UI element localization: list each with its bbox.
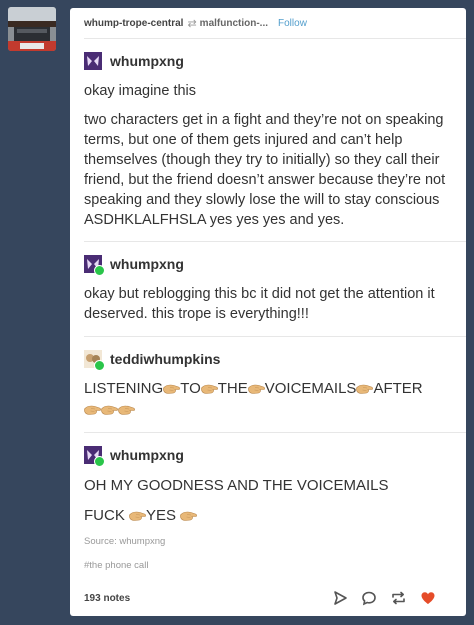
reblog-entry: whumpxng OH MY GOODNESS AND THE VOICEMAI… [70, 443, 466, 526]
pointing-hand-icon [118, 404, 135, 416]
username[interactable]: whumpxng [110, 447, 184, 463]
post-text: okay imagine this [84, 83, 197, 99]
reblog-icon[interactable] [390, 590, 407, 606]
blog-name[interactable]: whump-trope-central [84, 18, 183, 29]
user-avatar[interactable] [84, 446, 105, 467]
username[interactable]: whumpxng [110, 53, 184, 69]
reply-icon[interactable] [361, 590, 377, 606]
reblogged-from[interactable]: malfunction-... [200, 18, 268, 29]
word: FUCK [84, 507, 125, 524]
post-text: OH MY GOODNESS AND THE VOICEMAILS [84, 477, 389, 494]
pointing-hand-icon [163, 383, 180, 395]
divider [84, 241, 466, 242]
heart-icon[interactable] [420, 590, 436, 606]
username[interactable]: teddiwhumpkins [110, 351, 220, 367]
word: YES [146, 507, 177, 524]
blog-avatar[interactable] [8, 7, 56, 51]
reblog-entry: teddiwhumpkins LISTENING TO THE VOICEMAILS A… [70, 347, 466, 420]
follow-badge-icon [94, 265, 105, 276]
reblog-small-icon: ⇄ [187, 17, 197, 30]
user-avatar[interactable] [84, 255, 105, 276]
divider [84, 432, 466, 433]
word: VOICEMAILS [264, 380, 357, 397]
post-text: two characters get in a fight and they’r… [84, 112, 446, 228]
avatar-image [8, 7, 56, 51]
avatar-image [84, 52, 102, 70]
tag-link[interactable]: #the phone call [84, 560, 452, 571]
send-icon[interactable] [332, 590, 348, 606]
pointing-hand-icon [180, 510, 197, 522]
follow-button[interactable]: Follow [278, 18, 307, 29]
post-text: LISTENING TO THE VOICEMAILS AFTER [84, 378, 452, 420]
word: AFTER [373, 380, 423, 397]
post-card: whump-trope-central ⇄ malfunction-... Fo… [70, 8, 466, 616]
pointing-hand-icon [129, 510, 146, 522]
divider [84, 38, 466, 39]
notes-count[interactable]: 193 notes [84, 593, 130, 604]
reblog-entry: whumpxng okay imagine this two character… [70, 49, 466, 230]
post-header: whump-trope-central ⇄ malfunction-... Fo… [70, 8, 466, 38]
pointing-hand-icon [84, 404, 101, 416]
divider [84, 336, 466, 337]
pointing-hand-icon [248, 383, 265, 395]
follow-badge-icon [94, 360, 105, 371]
post-text: okay but reblogging this bc it did not g… [84, 286, 435, 322]
pointing-hand-icon [101, 404, 118, 416]
user-avatar[interactable] [84, 350, 105, 371]
pointing-hand-icon [356, 383, 373, 395]
follow-badge-icon [94, 456, 105, 467]
word: TO [180, 380, 201, 397]
username[interactable]: whumpxng [110, 256, 184, 272]
user-avatar[interactable] [84, 52, 102, 70]
pointing-hand-icon [201, 383, 218, 395]
post-text: FUCK YES [84, 506, 452, 526]
word: THE [217, 380, 248, 397]
word: LISTENING [84, 380, 164, 397]
reblog-entry: whumpxng okay but reblogging this bc it … [70, 252, 466, 324]
post-actions [332, 590, 436, 606]
source-link[interactable]: Source: whumpxng [84, 536, 452, 547]
